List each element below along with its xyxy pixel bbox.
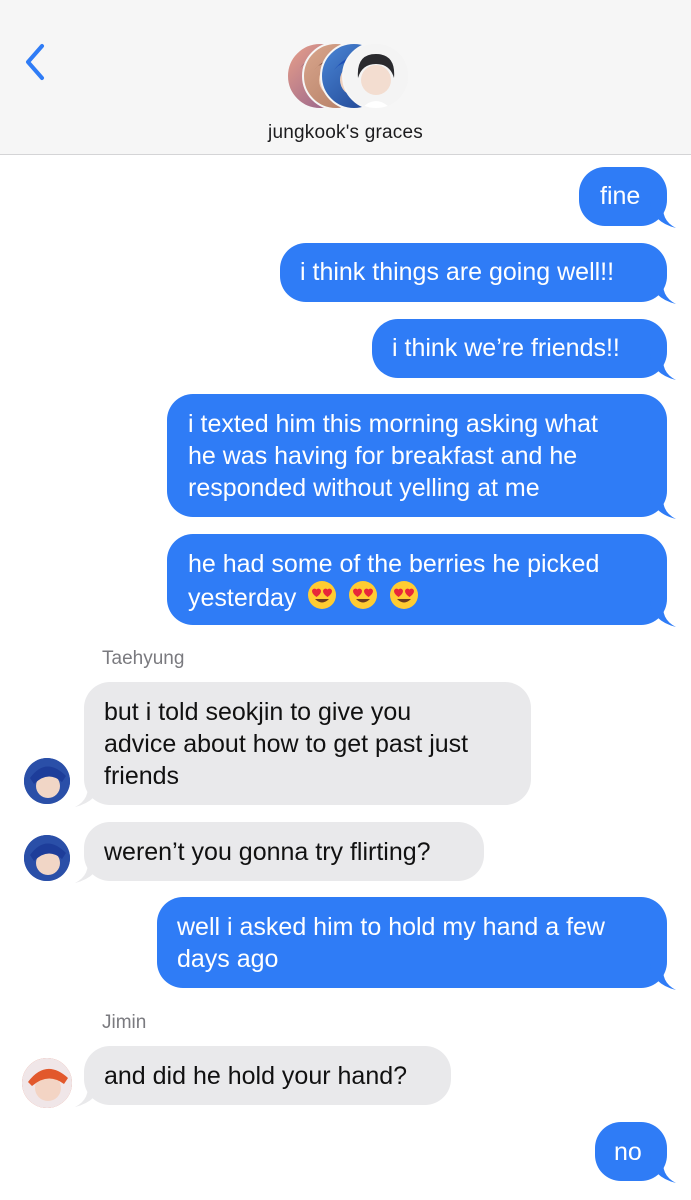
message-text: i think we’re friends!!	[392, 334, 620, 362]
message-line: days ago	[177, 945, 279, 973]
avatar-jimin[interactable]	[22, 1058, 72, 1108]
avatar-taehyung[interactable]	[24, 758, 70, 804]
incoming-message[interactable]: weren’t you gonna try flirting?	[75, 822, 484, 883]
message-line: yesterday	[188, 580, 667, 614]
bubble-tail	[650, 1157, 676, 1183]
message-text: and did he hold your hand?	[104, 1062, 408, 1090]
bubble-tail	[75, 781, 101, 807]
bubble-tail	[75, 1081, 101, 1107]
outgoing-message[interactable]: i think things are going well!!	[280, 243, 676, 304]
avatar	[342, 42, 410, 110]
message-line: he was having for breakfast and he	[188, 442, 578, 470]
group-avatar-stack[interactable]	[286, 42, 410, 110]
bubble-tail	[650, 354, 676, 380]
back-button[interactable]	[18, 40, 54, 84]
message-line: but i told seokjin to give you	[104, 698, 412, 726]
incoming-message[interactable]: but i told seokjin to give you advice ab…	[75, 682, 531, 807]
heart-eyes-emoji	[349, 581, 378, 609]
message-line: i texted him this morning asking what	[188, 410, 598, 438]
message-text: weren’t you gonna try flirting?	[104, 838, 431, 866]
message-line: friends	[104, 762, 180, 790]
message-line: well i asked him to hold my hand a few	[177, 913, 605, 941]
bubble-tail	[650, 964, 676, 990]
outgoing-message[interactable]: no	[595, 1122, 676, 1183]
message-line: responded without yelling at me	[188, 474, 540, 502]
message-line: advice about how to get past just	[104, 730, 469, 758]
bubble-tail	[75, 857, 101, 883]
chevron-left-icon	[26, 44, 44, 80]
message-text: yesterday	[188, 584, 297, 612]
bubble-tail	[650, 493, 676, 519]
outgoing-message[interactable]: he had some of the berries he picked yes…	[167, 534, 676, 627]
incoming-message[interactable]: and did he hold your hand?	[75, 1046, 451, 1107]
heart-eyes-emoji	[390, 581, 419, 609]
bubble-tail	[650, 278, 676, 304]
conversation-header: jungkook's graces	[0, 0, 691, 155]
outgoing-message[interactable]: i think we’re friends!!	[372, 319, 676, 380]
outgoing-message[interactable]: i texted him this morning asking what he…	[167, 394, 676, 519]
outgoing-message[interactable]: well i asked him to hold my hand a few d…	[157, 897, 676, 990]
heart-eyes-emoji	[308, 581, 337, 609]
message-text: no	[614, 1138, 642, 1166]
message-line: he had some of the berries he picked	[188, 550, 600, 578]
outgoing-message[interactable]: fine	[579, 167, 676, 228]
message-text: fine	[600, 182, 641, 210]
bubble-tail	[650, 202, 676, 228]
sender-name: Jimin	[102, 1012, 147, 1033]
message-text: i think things are going well!!	[300, 258, 615, 286]
bubble-tail	[650, 601, 676, 627]
sender-name: Taehyung	[102, 648, 185, 669]
avatar-taehyung[interactable]	[24, 835, 70, 881]
group-name[interactable]: jungkook's graces	[0, 122, 691, 144]
